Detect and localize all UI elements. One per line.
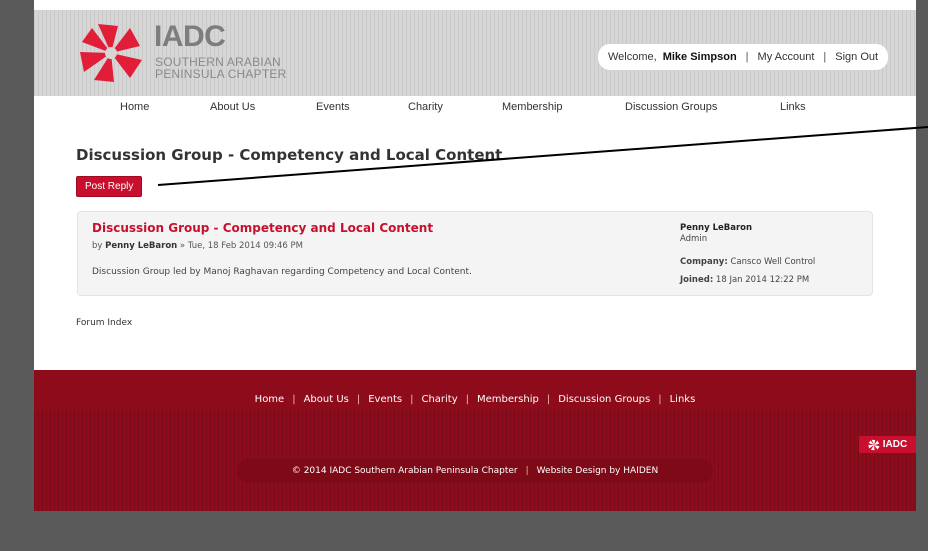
footer-nav-about-us[interactable]: About Us xyxy=(304,394,349,405)
nav-links[interactable]: Links xyxy=(780,101,806,113)
logo-subtitle: SOUTHERN ARABIAN PENINSULA CHAPTER xyxy=(155,56,286,80)
footer-nav-home[interactable]: Home xyxy=(255,394,285,405)
post-date: » Tue, 18 Feb 2014 09:46 PM xyxy=(179,241,304,251)
footer-nav-charity[interactable]: Charity xyxy=(421,394,457,405)
footer-nav-membership[interactable]: Membership xyxy=(477,394,539,405)
footer-nav-discussion-groups[interactable]: Discussion Groups xyxy=(558,394,650,405)
author-joined: Joined: 18 Jan 2014 12:22 PM xyxy=(680,275,809,286)
post-body: Discussion Group led by Manoj Raghavan r… xyxy=(92,267,472,277)
site-logo[interactable]: IADC SOUTHERN ARABIAN PENINSULA CHAPTER xyxy=(78,18,328,88)
page: IADC SOUTHERN ARABIAN PENINSULA CHAPTER … xyxy=(34,0,916,511)
footer-nav-separator: | xyxy=(658,394,662,405)
copyright-bar: © 2014 IADC Southern Arabian Peninsula C… xyxy=(237,459,713,483)
nav-charity[interactable]: Charity xyxy=(408,101,443,113)
page-title: Discussion Group - Competency and Local … xyxy=(76,146,503,164)
logo-title: IADC xyxy=(154,20,226,53)
footer-badge-text: IADC xyxy=(882,439,908,450)
welcome-text: Welcome, xyxy=(608,51,657,63)
post-title-link[interactable]: Discussion Group - Competency and Local … xyxy=(92,221,433,235)
nav-events[interactable]: Events xyxy=(316,101,350,113)
user-bar: Welcome, Mike Simpson | My Account | Sig… xyxy=(598,44,889,70)
footer-nav-separator: | xyxy=(410,394,414,405)
forum-index-link[interactable]: Forum Index xyxy=(76,318,132,328)
author-company-label: Company: xyxy=(680,257,728,267)
site-header: IADC SOUTHERN ARABIAN PENINSULA CHAPTER … xyxy=(34,10,916,96)
footer-nav-separator: | xyxy=(465,394,470,405)
post-meta: by Penny LeBaron » Tue, 18 Feb 2014 09:4… xyxy=(92,241,303,251)
copyright-text: © 2014 IADC Southern Arabian Peninsula C… xyxy=(291,466,518,476)
footer-nav-separator: | xyxy=(356,394,361,405)
website-design-link[interactable]: Website Design by HAIDEN xyxy=(537,466,659,476)
user-bar-separator: | xyxy=(745,51,749,63)
post-card: Discussion Group - Competency and Local … xyxy=(77,211,873,296)
logo-subtitle-line2: PENINSULA CHAPTER xyxy=(155,67,287,81)
author-joined-value: 18 Jan 2014 12:22 PM xyxy=(715,275,810,285)
nav-discussion-groups[interactable]: Discussion Groups xyxy=(625,101,717,113)
footer-nav: Home | About Us | Events | Charity | Membership |… xyxy=(34,394,916,405)
footer-logo-badge[interactable]: IADC xyxy=(859,436,916,453)
footer-nav-events[interactable]: Events xyxy=(368,394,402,405)
nav-home[interactable]: Home xyxy=(120,101,149,113)
author-company-value: Cansco Well Control xyxy=(730,257,816,267)
footer-nav-separator: | xyxy=(292,394,296,405)
post-meta-by: by xyxy=(92,241,103,251)
author-company: Company: Cansco Well Control xyxy=(680,257,815,268)
copyright-separator: | xyxy=(525,466,529,476)
footer-nav-links[interactable]: Links xyxy=(670,394,696,405)
post-author-link[interactable]: Penny LeBaron xyxy=(105,241,177,251)
my-account-link[interactable]: My Account xyxy=(758,51,815,63)
logo-mark-icon xyxy=(80,24,142,82)
logo-mark-icon xyxy=(868,439,880,450)
username: Mike Simpson xyxy=(662,51,737,63)
site-footer: Home | About Us | Events | Charity | Membership |… xyxy=(34,370,916,511)
nav-about-us[interactable]: About Us xyxy=(210,101,255,113)
sign-out-link[interactable]: Sign Out xyxy=(835,51,878,63)
nav-membership[interactable]: Membership xyxy=(502,101,563,113)
user-bar-separator: | xyxy=(823,51,827,63)
footer-nav-separator: | xyxy=(546,394,551,405)
main-nav: Home About Us Events Charity Membership … xyxy=(34,96,916,120)
post-reply-button[interactable]: Post Reply xyxy=(76,176,143,197)
author-role: Admin xyxy=(680,234,708,244)
author-joined-label: Joined: xyxy=(680,275,714,285)
author-name[interactable]: Penny LeBaron xyxy=(680,223,752,234)
